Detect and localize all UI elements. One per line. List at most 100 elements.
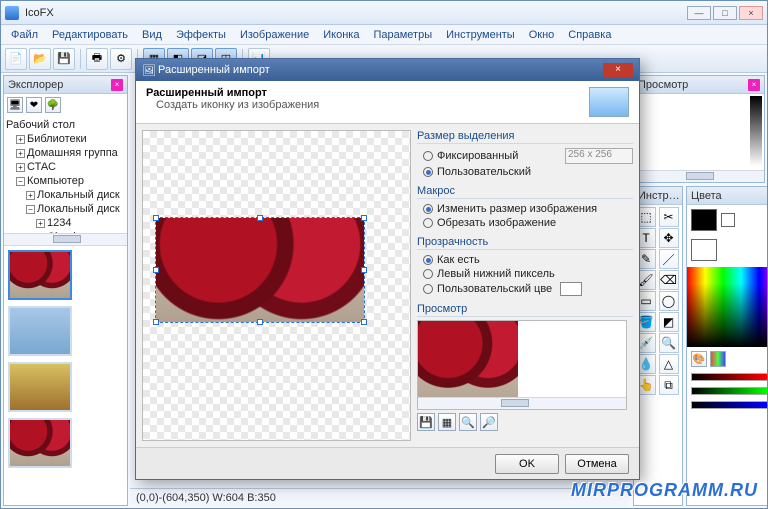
- preview-panel: Просмотр×: [633, 75, 765, 183]
- preview-gradient-icon: [750, 96, 762, 166]
- settings-button[interactable]: ⚙: [110, 48, 132, 70]
- dialog-titlebar[interactable]: 🖼 Расширенный импорт ×: [136, 59, 639, 81]
- preview-body: [634, 94, 764, 182]
- status-coords: (0,0)-(604,350) W:604 В:350: [136, 492, 276, 504]
- swap-swatch-icon[interactable]: [721, 213, 735, 227]
- dialog-heading: Расширенный импорт: [146, 87, 589, 99]
- menu-view[interactable]: Вид: [136, 27, 168, 43]
- dialog-header: Расширенный импорт Создать иконку из изо…: [136, 81, 639, 124]
- tree-row: +Локальный диск: [6, 188, 125, 202]
- import-dialog: 🖼 Расширенный импорт × Расширенный импор…: [135, 58, 640, 480]
- tool-gradient[interactable]: ◩: [659, 312, 679, 332]
- preview-hscroll[interactable]: [634, 170, 764, 182]
- tool-zoom[interactable]: 🔍: [659, 333, 679, 353]
- resize-handle[interactable]: [153, 267, 159, 273]
- preview-close-icon[interactable]: ×: [748, 79, 760, 91]
- tree-row: −Компьютер: [6, 174, 125, 188]
- window-minimize-button[interactable]: —: [687, 6, 711, 20]
- menu-params[interactable]: Параметры: [367, 27, 438, 43]
- radio-customcolor[interactable]: [423, 284, 433, 294]
- menu-edit[interactable]: Редактировать: [46, 27, 134, 43]
- tree-hscroll[interactable]: [4, 233, 127, 245]
- rgb-icon[interactable]: [710, 351, 726, 367]
- new-button[interactable]: 📄: [5, 48, 27, 70]
- explorer-tree[interactable]: Рабочий стол +Библиотеки +Домашняя групп…: [4, 116, 127, 246]
- foreground-swatch[interactable]: [691, 209, 717, 231]
- menu-file[interactable]: Файл: [5, 27, 44, 43]
- window-maximize-button[interactable]: □: [713, 6, 737, 20]
- slider-r[interactable]: 0: [691, 371, 767, 383]
- selection-box[interactable]: [155, 217, 365, 323]
- radio-resize[interactable]: [423, 204, 433, 214]
- dialog-canvas[interactable]: [142, 130, 411, 441]
- dialog-footer: OK Отмена: [136, 447, 639, 479]
- tool-line[interactable]: ／: [659, 249, 679, 269]
- radio-crop[interactable]: [423, 218, 433, 228]
- explorer-btn-fav[interactable]: ❤: [26, 97, 42, 113]
- thumbnail[interactable]: [8, 250, 72, 300]
- color-picker[interactable]: [687, 267, 767, 347]
- radio-custom[interactable]: [423, 167, 433, 177]
- group-transparency-title: Прозрачность: [417, 236, 633, 250]
- menu-help[interactable]: Справка: [562, 27, 617, 43]
- resize-handle[interactable]: [361, 267, 367, 273]
- preview-tool-zoomout[interactable]: 🔎: [480, 413, 498, 431]
- thumbnail[interactable]: [8, 306, 72, 356]
- tree-row: +Библиотеки: [6, 132, 125, 146]
- tool-eraser[interactable]: ⌫: [659, 270, 679, 290]
- tool-move[interactable]: ✥: [659, 228, 679, 248]
- fixed-size-combo[interactable]: 256 x 256: [565, 148, 633, 164]
- dialog-preview-hscroll[interactable]: [418, 397, 626, 409]
- resize-handle[interactable]: [153, 319, 159, 325]
- dialog-subheading: Создать иконку из изображения: [146, 99, 589, 111]
- radio-asis[interactable]: [423, 255, 433, 265]
- app-title: IcoFX: [25, 7, 687, 19]
- explorer-close-icon[interactable]: ×: [111, 79, 123, 91]
- landscape-icon: [589, 87, 629, 117]
- thumbnail[interactable]: [8, 362, 72, 412]
- menu-icon[interactable]: Иконка: [317, 27, 365, 43]
- preview-tool-grid[interactable]: ▦: [438, 413, 456, 431]
- window-close-button[interactable]: ×: [739, 6, 763, 20]
- background-swatch[interactable]: [691, 239, 717, 261]
- slider-b[interactable]: 0: [691, 399, 767, 411]
- radio-fixed[interactable]: [423, 151, 433, 161]
- print-button[interactable]: 🖶: [86, 48, 108, 70]
- explorer-btn-desktop[interactable]: 🖥: [7, 97, 23, 113]
- save-button[interactable]: 💾: [53, 48, 75, 70]
- menubar: Файл Редактировать Вид Эффекты Изображен…: [1, 25, 767, 45]
- preview-tool-zoomin[interactable]: 🔍: [459, 413, 477, 431]
- status-bar: (0,0)-(604,350) W:604 В:350: [130, 488, 629, 506]
- resize-handle[interactable]: [153, 215, 159, 221]
- menu-image[interactable]: Изображение: [234, 27, 315, 43]
- ok-button[interactable]: OK: [495, 454, 559, 474]
- tool-ellipse[interactable]: ◯: [659, 291, 679, 311]
- transparency-color-box[interactable]: [560, 282, 582, 296]
- radio-bottomleft[interactable]: [423, 269, 433, 279]
- tool-sharpen[interactable]: △: [659, 354, 679, 374]
- explorer-btn-tree[interactable]: 🌳: [45, 97, 61, 113]
- dialog-close-button[interactable]: ×: [603, 63, 633, 77]
- explorer-toolbar: 🖥 ❤ 🌳: [4, 94, 127, 116]
- tools-panel: Инстр… ⬚ ✂ T ✥ ✎ ／ 🖌 ⌫ ▭ ◯ 🪣 ◩: [633, 186, 683, 506]
- slider-g[interactable]: 0: [691, 385, 767, 397]
- menu-window[interactable]: Окно: [523, 27, 561, 43]
- menu-effects[interactable]: Эффекты: [170, 27, 232, 43]
- cancel-button[interactable]: Отмена: [565, 454, 629, 474]
- preview-tool-save[interactable]: 💾: [417, 413, 435, 431]
- tree-row: +СТАС: [6, 160, 125, 174]
- thumbnail[interactable]: [8, 418, 72, 468]
- menu-tools[interactable]: Инструменты: [440, 27, 521, 43]
- open-button[interactable]: 📂: [29, 48, 51, 70]
- resize-handle[interactable]: [361, 215, 367, 221]
- explorer-panel: Эксплорер × 🖥 ❤ 🌳 Рабочий стол +Библиоте…: [3, 75, 128, 506]
- resize-handle[interactable]: [257, 319, 263, 325]
- palette-icon[interactable]: 🎨: [691, 351, 707, 367]
- tool-crop[interactable]: ✂: [659, 207, 679, 227]
- tool-clone[interactable]: ⧉: [659, 375, 679, 395]
- resize-handle[interactable]: [361, 319, 367, 325]
- dialog-options: Размер выделения Фиксированный256 x 256 …: [417, 130, 633, 441]
- resize-handle[interactable]: [257, 215, 263, 221]
- colors-title: Цвета: [691, 190, 722, 202]
- selection-image: [156, 218, 364, 322]
